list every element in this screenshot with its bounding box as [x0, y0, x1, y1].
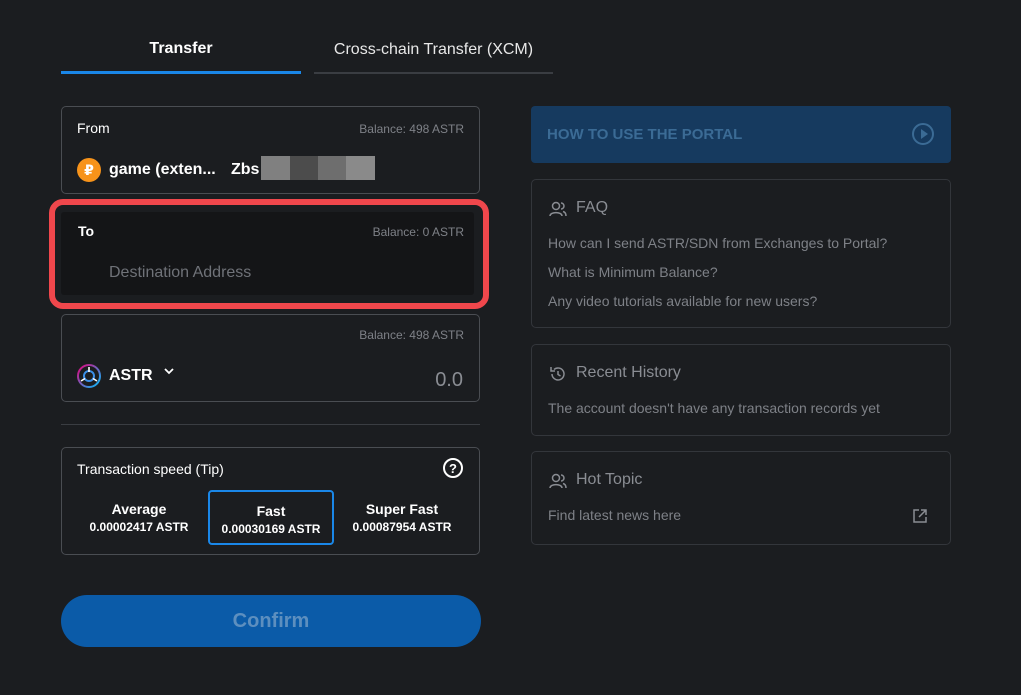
amount-section: Balance: 498 ASTR ASTR [61, 314, 480, 402]
destination-address-input[interactable] [107, 260, 441, 286]
external-link-icon[interactable] [912, 508, 928, 524]
address-redaction [346, 156, 375, 180]
speed-option-value: 0.00002417 ASTR [89, 520, 189, 534]
astar-token-icon [77, 364, 101, 388]
help-icon[interactable]: ? [443, 458, 463, 478]
to-balance: Balance: 0 ASTR [372, 225, 464, 239]
how-to-use-portal-label: HOW TO USE THE PORTAL [547, 126, 743, 143]
how-to-use-portal-banner[interactable]: HOW TO USE THE PORTAL [531, 106, 951, 163]
hot-topic-link[interactable]: Find latest news here [548, 507, 681, 523]
speed-option-name: Fast [256, 503, 286, 519]
history-title: Recent History [576, 364, 681, 381]
history-empty-text: The account doesn't have any transaction… [548, 400, 880, 416]
users-icon [549, 201, 567, 217]
faq-item[interactable]: What is Minimum Balance? [548, 264, 718, 280]
address-redaction [261, 156, 290, 180]
transaction-speed-section: Transaction speed (Tip) ? Average 0.0000… [61, 447, 480, 555]
to-label: To [78, 223, 95, 239]
tab-transfer[interactable]: Transfer [61, 27, 301, 74]
users-icon [549, 473, 567, 489]
divider [61, 424, 480, 425]
amount-input[interactable] [341, 366, 465, 394]
faq-item[interactable]: Any video tutorials available for new us… [548, 293, 817, 309]
history-icon [550, 367, 565, 381]
from-section[interactable]: From Balance: 498 ASTR ₽ game (exten... … [61, 106, 480, 194]
faq-item[interactable]: How can I send ASTR/SDN from Exchanges t… [548, 235, 887, 251]
address-redaction [318, 156, 346, 180]
chevron-down-icon[interactable] [163, 364, 175, 380]
from-balance: Balance: 498 ASTR [359, 122, 464, 136]
token-selector-label[interactable]: ASTR [109, 367, 153, 385]
amount-balance: Balance: 498 ASTR [359, 328, 464, 342]
polkadot-account-icon: ₽ [77, 158, 101, 182]
transfer-tabs: Transfer Cross-chain Transfer (XCM) [61, 27, 553, 74]
speed-option-value: 0.00030169 ASTR [221, 522, 321, 536]
faq-panel: FAQ How can I send ASTR/SDN from Exchang… [531, 179, 951, 328]
speed-option-name: Average [111, 501, 167, 517]
hot-topic-panel: Hot Topic Find latest news here [531, 451, 951, 545]
speed-option-value: 0.00087954 ASTR [352, 520, 452, 534]
account-name: game (exten... [109, 161, 216, 178]
speed-option-name: Super Fast [365, 501, 439, 517]
tab-xcm[interactable]: Cross-chain Transfer (XCM) [314, 27, 553, 74]
speed-option-super-fast[interactable]: Super Fast 0.00087954 ASTR [339, 490, 465, 545]
play-icon [912, 123, 934, 145]
hot-topic-title: Hot Topic [576, 471, 643, 488]
confirm-button[interactable]: Confirm [61, 595, 481, 647]
speed-option-fast[interactable]: Fast 0.00030169 ASTR [208, 490, 334, 545]
account-address: Zbs [231, 161, 260, 178]
address-redaction [290, 156, 318, 180]
faq-title: FAQ [576, 199, 609, 216]
from-label: From [77, 120, 110, 136]
speed-option-average[interactable]: Average 0.00002417 ASTR [76, 490, 202, 545]
to-section[interactable]: To Balance: 0 ASTR [61, 212, 474, 295]
speed-label: Transaction speed (Tip) [77, 461, 224, 477]
recent-history-panel: Recent History The account doesn't have … [531, 344, 951, 436]
